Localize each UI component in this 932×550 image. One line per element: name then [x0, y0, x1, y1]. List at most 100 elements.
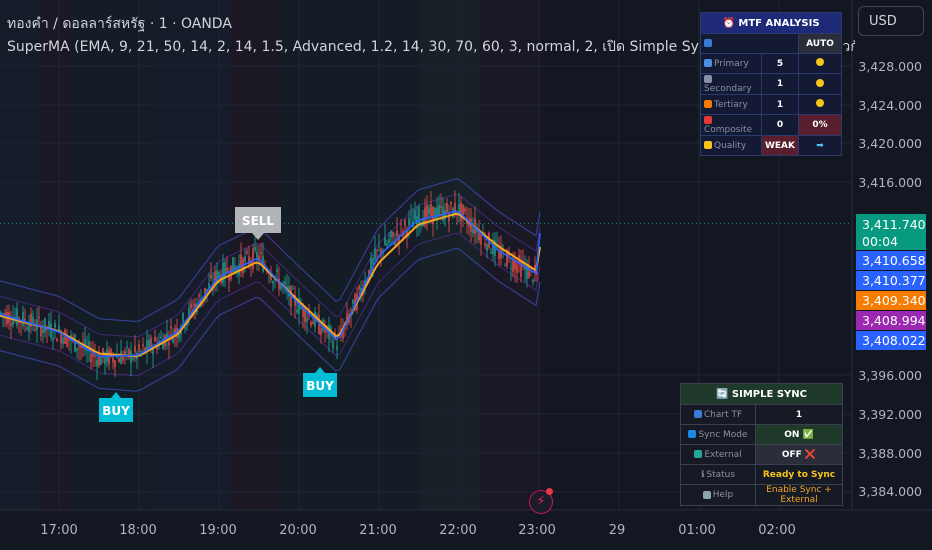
sync-icon: [688, 430, 697, 438]
mtf-status: 0%: [798, 114, 842, 136]
status-dot-icon: [816, 99, 824, 107]
table-row: Chart TF 1: [680, 404, 843, 425]
candle-body: [450, 202, 452, 205]
candle-body: [310, 321, 312, 326]
mtf-value: 1: [760, 94, 800, 115]
candle-body: [256, 251, 258, 260]
candle-body: [90, 354, 92, 363]
candle-body: [74, 334, 76, 352]
candle-body: [268, 276, 270, 278]
candle-body: [154, 337, 156, 342]
candle-body: [414, 210, 416, 221]
session-band: [230, 0, 280, 510]
candle-body: [170, 326, 172, 329]
time-axis-label: 22:00: [439, 523, 477, 538]
session-band: [150, 0, 230, 510]
candle-body: [296, 310, 298, 313]
price-axis-label: 3,416.000: [858, 175, 922, 190]
candle-body: [52, 337, 54, 341]
candle-body: [484, 243, 486, 246]
sync-label: Help: [712, 490, 734, 500]
mtf-value: 1: [760, 73, 800, 95]
candle-body: [108, 350, 110, 365]
time-axis-label: 01:00: [678, 523, 716, 538]
sync-value: ON ✅: [755, 424, 843, 445]
candle-body: [148, 339, 150, 349]
candle-body: [62, 337, 64, 345]
ma-price-tag: 3,410.658: [856, 251, 926, 270]
candle-body: [138, 344, 140, 352]
candle-body: [284, 281, 286, 285]
candle-body: [222, 262, 224, 284]
table-row: Sync Mode ON ✅: [680, 424, 843, 445]
candle-body: [114, 360, 116, 367]
candle-body: [64, 330, 66, 344]
candle-body: [168, 342, 170, 346]
ma-price-tag: 3,410.377: [856, 271, 926, 290]
candle-body: [142, 344, 144, 347]
candle-body: [28, 324, 30, 333]
ma-price-tag: 3,408.022: [856, 331, 926, 350]
currency-button[interactable]: USD: [858, 6, 924, 36]
target-icon: [704, 115, 712, 124]
candle-body: [26, 327, 28, 330]
candle-body: [480, 234, 482, 245]
candle-body: [182, 313, 184, 322]
candle-body: [190, 303, 192, 309]
candle-body: [106, 348, 108, 362]
table-row: Primary 5: [700, 53, 842, 74]
candle-body: [120, 351, 122, 365]
candle-body: [126, 346, 128, 348]
mtf-title: ⏰ MTF ANALYSIS: [700, 12, 842, 34]
mtf-value: 5: [760, 53, 800, 74]
table-row: Help Enable Sync + External: [680, 484, 843, 506]
mtf-label: Secondary: [704, 84, 752, 94]
candle-body: [96, 359, 98, 367]
candle-body: [520, 260, 522, 277]
candle-body: [478, 232, 480, 240]
time-axis-label: 21:00: [359, 523, 397, 538]
candle-body: [408, 218, 410, 226]
session-band: [0, 0, 40, 510]
mtf-label: Quality: [714, 140, 747, 151]
candle-body: [78, 346, 80, 348]
candle-body: [54, 323, 56, 328]
info-icon: ℹ: [700, 469, 705, 480]
candle-body: [276, 269, 278, 272]
candle-body: [396, 230, 398, 236]
price-axis-label: 3,424.000: [858, 98, 922, 113]
candle-body: [10, 323, 12, 327]
candle-body: [460, 202, 462, 221]
mtf-value: WEAK: [760, 135, 800, 156]
candle-body: [504, 265, 506, 267]
candle-body: [426, 205, 428, 219]
candle-body: [336, 346, 338, 350]
candle-body: [448, 212, 450, 222]
candle-body: [184, 327, 186, 329]
ma-price-tag: 3,409.340: [856, 291, 926, 310]
candle-body: [532, 279, 534, 282]
candle-body: [410, 214, 412, 216]
table-row: Tertiary 1: [700, 94, 842, 115]
candle-body: [392, 231, 394, 237]
sync-label: Chart TF: [703, 409, 743, 420]
candle-body: [472, 228, 474, 234]
candle-body: [358, 285, 360, 290]
ma-price-tag: 3,408.994: [856, 311, 926, 330]
sync-value: Ready to Sync: [755, 464, 843, 485]
candle-body: [388, 239, 390, 243]
simple-sync-table: 🔄 SIMPLE SYNC Chart TF 1 Sync Mode ON ✅ …: [680, 383, 843, 506]
mtf-value: 0: [760, 114, 800, 136]
sell-signal-label: SELL: [242, 214, 274, 228]
price-axis-label: 3,396.000: [858, 368, 922, 383]
candle-body: [374, 248, 376, 260]
session-band: [40, 0, 70, 510]
candle-body: [514, 261, 516, 270]
last-price-tag: 3,411.740 00:04: [856, 214, 926, 250]
candle-body: [230, 265, 232, 280]
candle-body: [386, 243, 388, 246]
candle-body: [372, 258, 374, 264]
candle-body: [446, 203, 448, 213]
search-icon: [704, 59, 712, 67]
candle-body: [252, 248, 254, 269]
